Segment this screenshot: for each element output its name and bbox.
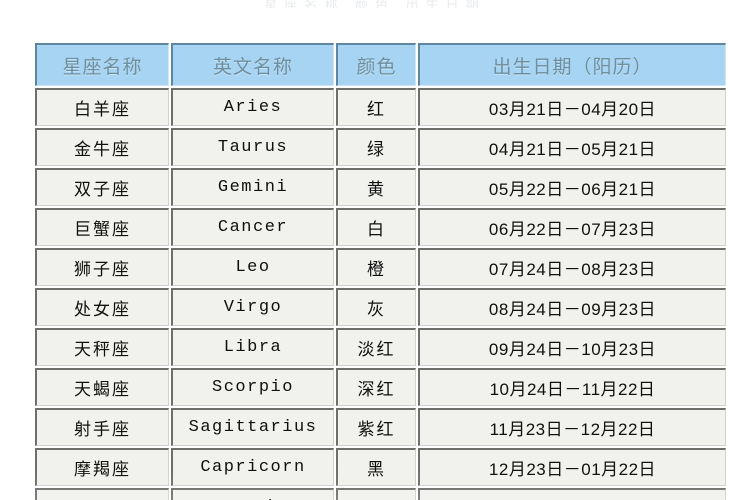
cell-en-name: Leo [171, 248, 334, 286]
column-header-cn-name: 星座名称 [35, 43, 169, 86]
table-row: 双子座 Gemini 黄 05月22日－06月21日 [35, 168, 726, 206]
table-row: 处女座 Virgo 灰 08月24日－09月23日 [35, 288, 726, 326]
table-body: 白羊座 Aries 红 03月21日－04月20日 金牛座 Taurus 绿 04月21日－0… [35, 88, 726, 500]
header-row: 星座名称 英文名称 颜色 出生日期（阳历） [35, 43, 726, 86]
cell-en-name: Sagittarius [171, 408, 334, 446]
cell-color: 淡红 [336, 328, 416, 366]
table-row: 白羊座 Aries 红 03月21日－04月20日 [35, 88, 726, 126]
cell-cn-name: 狮子座 [35, 248, 169, 286]
cell-color: 黄 [336, 168, 416, 206]
cell-en-name: Virgo [171, 288, 334, 326]
cell-en-name: Taurus [171, 128, 334, 166]
cell-cn-name: 天蝎座 [35, 368, 169, 406]
cell-cn-name: 射手座 [35, 408, 169, 446]
cell-birth-date: 09月24日－10月23日 [418, 328, 726, 366]
cell-en-name: Libra [171, 328, 334, 366]
cell-en-name: Scorpio [171, 368, 334, 406]
cell-color: 紫红 [336, 408, 416, 446]
column-header-en-name: 英文名称 [171, 43, 334, 86]
column-header-color: 颜色 [336, 43, 416, 86]
cell-color: 黑 [336, 488, 416, 500]
table-row: 摩羯座 Capricorn 黑 12月23日－01月22日 [35, 448, 726, 486]
cell-color: 白 [336, 208, 416, 246]
cell-birth-date: 04月21日－05月21日 [418, 128, 726, 166]
cell-birth-date: 08月24日－09月23日 [418, 288, 726, 326]
cell-birth-date: 12月23日－01月22日 [418, 448, 726, 486]
cell-color: 灰 [336, 288, 416, 326]
cell-cn-name: 水瓶座 [35, 488, 169, 500]
cell-color: 深红 [336, 368, 416, 406]
cell-en-name: Aries [171, 88, 334, 126]
table-row: 天蝎座 Scorpio 深红 10月24日－11月22日 [35, 368, 726, 406]
cell-cn-name: 白羊座 [35, 88, 169, 126]
cell-birth-date: 05月22日－06月21日 [418, 168, 726, 206]
page-root: 星座名称 颜色 出生日期 星座名称 英文名称 颜色 出生日期（阳历） 白羊座 Ar… [0, 0, 750, 500]
table-row: 狮子座 Leo 橙 07月24日－08月23日 [35, 248, 726, 286]
table-row: 天秤座 Libra 淡红 09月24日－10月23日 [35, 328, 726, 366]
cell-en-name: Cancer [171, 208, 334, 246]
cell-cn-name: 处女座 [35, 288, 169, 326]
cell-en-name: Gemini [171, 168, 334, 206]
cell-en-name: Aquarius [171, 488, 334, 500]
zodiac-table-container: 星座名称 英文名称 颜色 出生日期（阳历） 白羊座 Aries 红 03月21日－04… [33, 41, 728, 500]
cell-birth-date: 07月24日－08月23日 [418, 248, 726, 286]
cell-en-name: Capricorn [171, 448, 334, 486]
cell-cn-name: 双子座 [35, 168, 169, 206]
table-row: 金牛座 Taurus 绿 04月21日－05月21日 [35, 128, 726, 166]
clipped-top-text: 星座名称 颜色 出生日期 [264, 0, 486, 8]
cell-color: 黑 [336, 448, 416, 486]
cell-color: 红 [336, 88, 416, 126]
cell-color: 橙 [336, 248, 416, 286]
cell-cn-name: 摩羯座 [35, 448, 169, 486]
table-row: 水瓶座Aquarius黑01月21日－02月19日 [35, 488, 726, 500]
cell-birth-date: 06月22日－07月23日 [418, 208, 726, 246]
table-header: 星座名称 英文名称 颜色 出生日期（阳历） [35, 43, 726, 86]
table-row: 射手座 Sagittarius 紫红 11月23日－12月22日 [35, 408, 726, 446]
table-row: 巨蟹座 Cancer 白 06月22日－07月23日 [35, 208, 726, 246]
cell-birth-date: 10月24日－11月22日 [418, 368, 726, 406]
cell-cn-name: 天秤座 [35, 328, 169, 366]
cell-birth-date: 01月21日－02月19日 [418, 488, 726, 500]
cell-birth-date: 03月21日－04月20日 [418, 88, 726, 126]
column-header-birth-date: 出生日期（阳历） [418, 43, 726, 86]
cell-birth-date: 11月23日－12月22日 [418, 408, 726, 446]
zodiac-table: 星座名称 英文名称 颜色 出生日期（阳历） 白羊座 Aries 红 03月21日－04… [33, 41, 728, 500]
cell-cn-name: 金牛座 [35, 128, 169, 166]
cell-cn-name: 巨蟹座 [35, 208, 169, 246]
cell-color: 绿 [336, 128, 416, 166]
